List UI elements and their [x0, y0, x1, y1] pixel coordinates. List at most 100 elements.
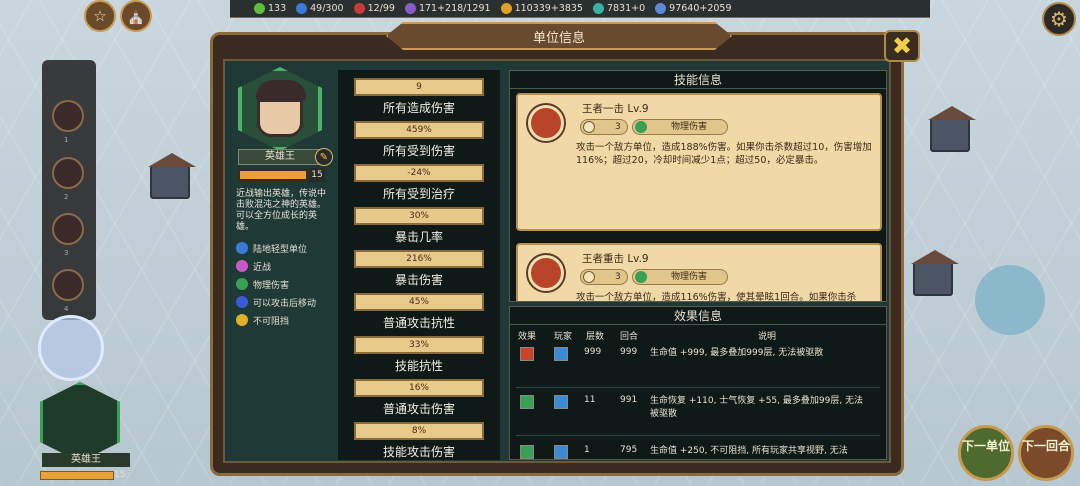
skill-description: 攻击一个敌方单位，造成116%伤害，使其晕眩1回合。如果你击杀 — [576, 292, 857, 302]
effect-turns: 999 — [620, 347, 638, 357]
resource-value: 110339+3835 — [514, 3, 583, 14]
slash-icon — [528, 105, 564, 141]
city-building[interactable] — [148, 153, 196, 199]
resource-item: 133 — [254, 3, 286, 14]
regen-icon — [520, 395, 534, 409]
shop-icon[interactable]: ⛪ — [120, 0, 152, 32]
floating-assist-button[interactable] — [38, 315, 104, 381]
next-turn-button[interactable]: 下一回合 — [1018, 425, 1074, 481]
physical-icon — [236, 278, 248, 290]
effect-description: 生命恢复 +110, 士气恢复 +55, 最多叠加99层, 无法被驱散 — [650, 396, 864, 419]
selected-unit-name: 英雄王 — [42, 453, 130, 467]
skill-card[interactable]: 王者重击 Lv.9 3 物理伤害攻击一个敌方单位，造成116%伤害，使其晕眩1回合。… — [516, 243, 882, 302]
population-icon — [296, 3, 308, 14]
stat-value: 8% — [354, 422, 484, 440]
stat-value: 16% — [354, 379, 484, 397]
resource-item: 110339+3835 — [500, 3, 583, 14]
row-divider — [516, 435, 880, 436]
damage-type: 物理伤害 — [671, 272, 708, 282]
hero-traits: 陆地轻型单位近战物理伤害可以攻击后移动 不可阻挡 — [236, 239, 340, 329]
stat-value: 45% — [354, 293, 484, 311]
hero-description: 近战输出英雄，传说中击败混沌之神的英雄。可以全方位成长的英雄。 — [236, 189, 327, 232]
skill-title: 王者重击 Lv.9 — [582, 253, 649, 265]
stat-name: 技能抗性 — [394, 359, 443, 373]
selected-unit-exp-bar — [40, 471, 114, 480]
stat-value: 33% — [354, 336, 484, 354]
shield-icon — [520, 445, 534, 459]
effect-stacks: 11 — [584, 395, 596, 405]
stat-value: 30% — [354, 207, 484, 225]
city-building[interactable] — [911, 250, 959, 296]
panel-title: 单位信息 — [386, 22, 732, 50]
stat-name: 所有造成伤害 — [382, 101, 455, 115]
side-skill-icon[interactable] — [52, 213, 84, 245]
stat-value: 9 — [354, 78, 484, 96]
stat-name: 所有受到伤害 — [382, 144, 455, 158]
effects-header: 效果信息 — [510, 307, 886, 325]
hero-level: 15 — [309, 168, 325, 182]
hero-trait: 近战 — [236, 257, 340, 275]
side-skill-icon[interactable] — [52, 100, 84, 132]
rename-pencil-icon[interactable]: ✎ — [315, 148, 333, 166]
side-skill-icon[interactable] — [52, 269, 84, 301]
resource-value: 97640+2059 — [669, 3, 732, 14]
city-building[interactable] — [928, 106, 976, 152]
skill-card[interactable]: 王者一击 Lv.9 3 物理伤害 攻击一个敌方单位，造成188%伤害。如果你击杀数超过… — [516, 93, 882, 231]
hero-trait: 不可阻挡 — [236, 311, 340, 329]
skills-panel[interactable]: 技能信息 王者一击 Lv.9 3 物理伤害 攻击一个敌方单位，造成188%伤害。如果你… — [509, 70, 887, 302]
effect-turns: 991 — [620, 395, 638, 405]
effect-description: 生命值 +250, 不可阻挡, 所有玩家共享视野, 无法 — [650, 446, 848, 456]
effects-panel[interactable]: 效果信息 效果 玩家 层数 回合 说明 999 999 生命值 +999, 最多叠加… — [509, 306, 887, 460]
faith-icon — [404, 3, 416, 14]
stat-name: 普通攻击伤害 — [382, 402, 455, 416]
cooldown-value: 3 — [615, 272, 621, 282]
lake — [975, 265, 1045, 335]
fortress-icon — [520, 347, 534, 361]
hero-exp-bar — [238, 169, 308, 181]
side-skill-icon[interactable] — [52, 157, 84, 189]
player-flag-icon — [554, 347, 568, 361]
stat-name: 暴击几率 — [394, 230, 443, 244]
effect-turns: 795 — [620, 445, 638, 455]
gold-icon — [500, 3, 512, 14]
skill-cooldown: 3 — [580, 269, 628, 285]
resource-item: 12/99 — [353, 3, 395, 14]
clock-icon — [583, 121, 595, 133]
skill-damage-type: 物理伤害 — [632, 269, 728, 285]
culture-icon — [592, 3, 604, 14]
close-icon[interactable]: ✖ — [884, 30, 920, 62]
trait-label: 物理伤害 — [253, 280, 290, 291]
player-flag-icon — [554, 445, 568, 459]
gear-icon[interactable]: ⚙ — [1042, 2, 1076, 36]
hero-trait: 可以攻击后移动 — [236, 293, 340, 311]
trait-label: 不可阻挡 — [253, 316, 290, 327]
effect-description: 生命值 +999, 最多叠加999层, 无法被驱散 — [650, 348, 824, 358]
effects-columns: 效果 玩家 层数 回合 说明 — [518, 332, 777, 342]
resource-value: 7831+0 — [606, 3, 646, 14]
physical-icon — [635, 121, 647, 133]
unstoppable-icon — [236, 314, 248, 326]
resource-item: 7831+0 — [592, 3, 646, 14]
resource-bar: 133 49/300 12/99 171+218/1291 110339+3835 783… — [230, 0, 930, 18]
move-after-attack-icon — [236, 296, 248, 308]
bag-icon[interactable]: ☆ — [84, 0, 116, 32]
skills-header: 技能信息 — [510, 71, 886, 89]
next-unit-button[interactable]: 下一单位 — [958, 425, 1014, 481]
wrench-icon — [353, 3, 365, 14]
stat-name: 普通攻击抗性 — [382, 316, 455, 330]
damage-type: 物理伤害 — [671, 122, 708, 132]
hero-trait: 物理伤害 — [236, 275, 340, 293]
leaf-icon — [254, 3, 265, 14]
hero-trait: 陆地轻型单位 — [236, 239, 340, 257]
trait-label: 陆地轻型单位 — [253, 244, 308, 255]
stat-value: -24% — [354, 164, 484, 182]
claw-icon — [528, 255, 564, 291]
resource-value: 12/99 — [367, 3, 395, 14]
player-flag-icon — [554, 395, 568, 409]
cooldown-value: 3 — [615, 122, 621, 132]
infantry-icon — [236, 242, 248, 254]
trait-label: 可以攻击后移动 — [253, 298, 317, 309]
resource-item: 97640+2059 — [655, 3, 732, 14]
stats-list[interactable]: 9 所有造成伤害 459% 所有受到伤害 -24% 所有受到治疗 30% 暴击几率 216% 暴击… — [338, 70, 500, 460]
resource-value: 171+218/1291 — [418, 3, 491, 14]
